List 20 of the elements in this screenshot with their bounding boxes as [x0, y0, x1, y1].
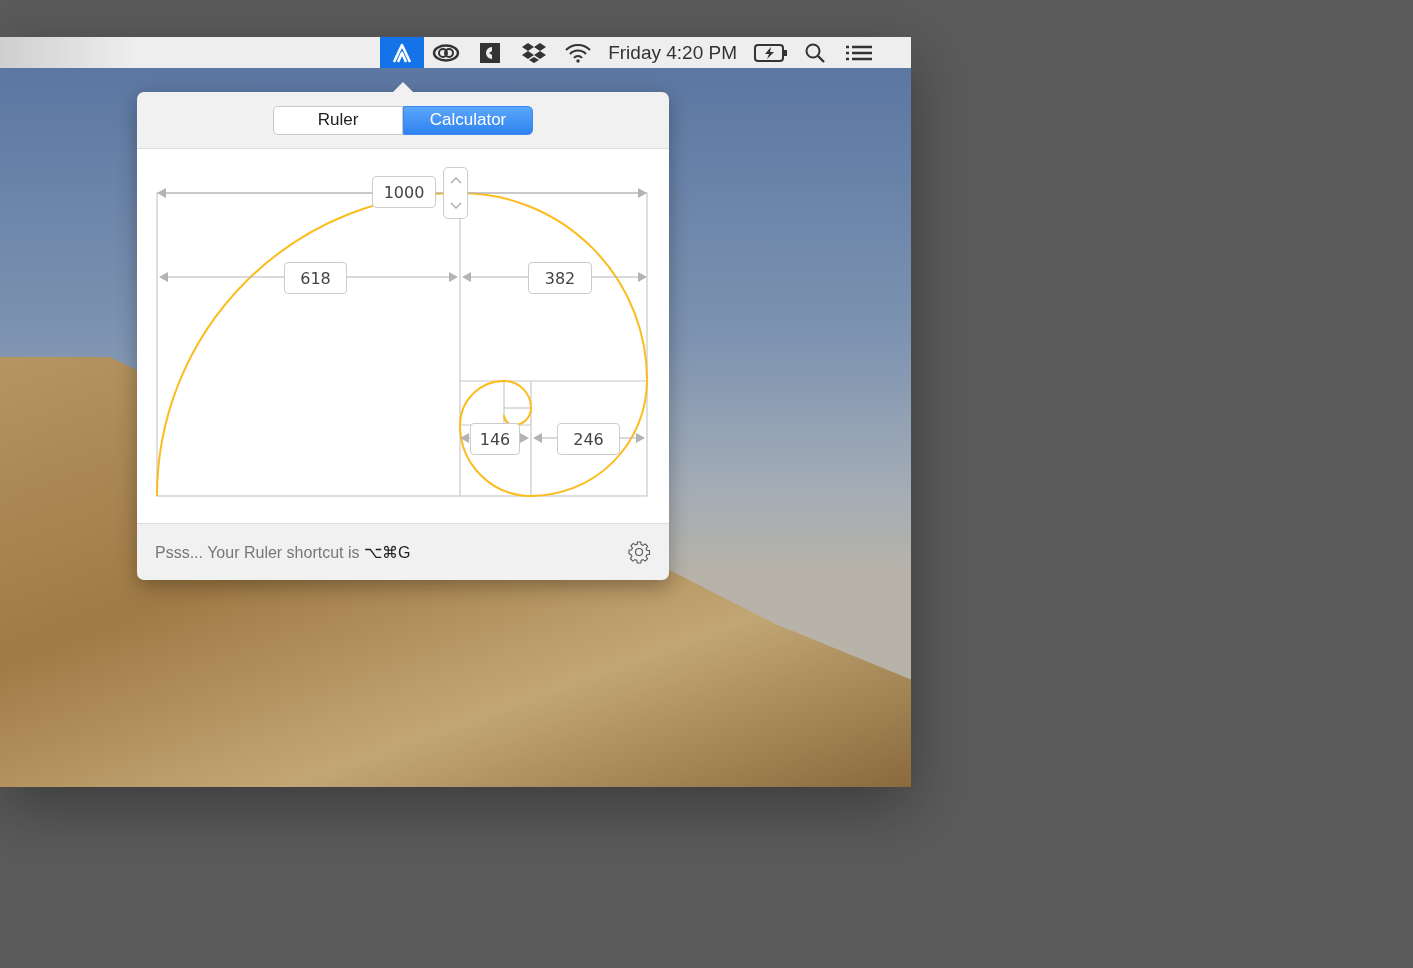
- battery-charging-icon: [754, 43, 788, 62]
- chevron-up-icon: [449, 177, 462, 184]
- total-input-field[interactable]: 1000: [372, 176, 436, 208]
- settings-icon: [627, 540, 651, 564]
- segment-value-field[interactable]: 618: [284, 262, 347, 294]
- segment-value-field[interactable]: 382: [528, 262, 592, 294]
- wifi-icon: [564, 42, 593, 63]
- card-icon: [479, 41, 502, 64]
- chevron-down-icon: [449, 202, 462, 209]
- mountain-logo-icon: [391, 41, 414, 64]
- box-diamonds-icon: [521, 41, 548, 64]
- list-icon: [845, 44, 873, 61]
- search-icon: [804, 41, 826, 64]
- menu-clock[interactable]: Friday 4:20 PM: [600, 41, 749, 64]
- settings-button[interactable]: [627, 540, 651, 564]
- segment-tab[interactable]: Ruler: [273, 105, 403, 135]
- cloud-rings-icon: [432, 43, 461, 62]
- segment-value-field[interactable]: 246: [557, 423, 620, 455]
- segment-value-field[interactable]: 146: [470, 423, 520, 455]
- shortcut-hint: Psss... Your Ruler shortcut is ⌥⌘G: [155, 542, 411, 562]
